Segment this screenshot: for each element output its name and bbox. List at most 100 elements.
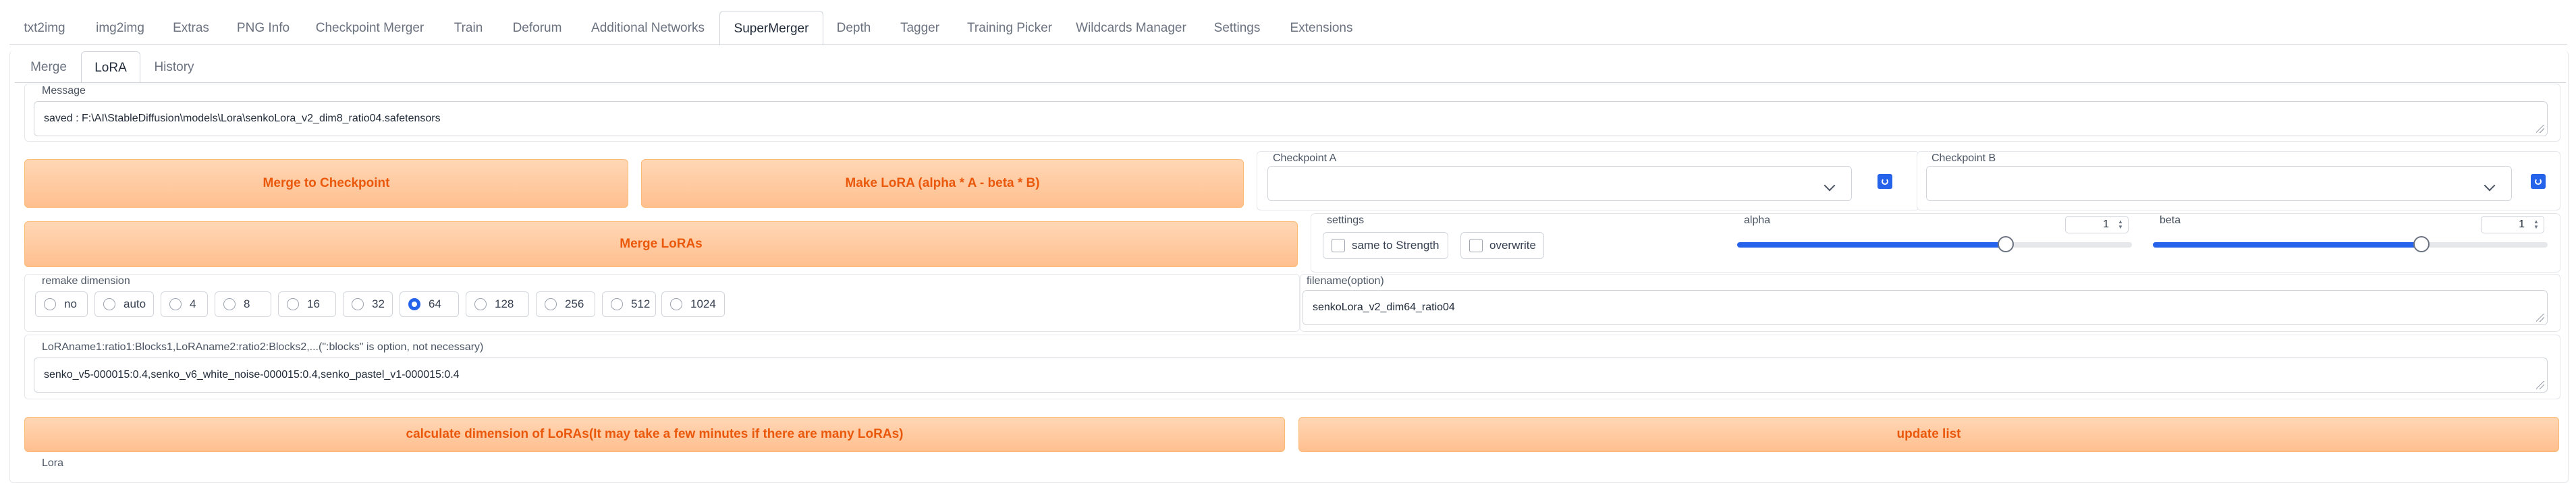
tab-depth[interactable]: Depth: [830, 15, 877, 42]
checkbox-icon: [1332, 239, 1345, 252]
remake-dimension-option[interactable]: 16: [278, 291, 336, 317]
remake-dimension-option[interactable]: 32: [343, 291, 393, 317]
tab-supermerger[interactable]: SuperMerger: [719, 11, 823, 45]
alpha-slider-thumb[interactable]: [1997, 236, 2014, 252]
overwrite-checkbox[interactable]: overwrite: [1460, 232, 1544, 259]
remake-dimension-option-label: 128: [495, 297, 514, 310]
tab-settings[interactable]: Settings: [1205, 15, 1269, 42]
spinner-icon[interactable]: ▲ ▼: [2116, 219, 2125, 230]
tab-wildcards-manager[interactable]: Wildcards Manager: [1069, 15, 1193, 42]
lora-list-label: Lora: [42, 457, 64, 469]
resize-handle-icon[interactable]: [2536, 314, 2544, 322]
lora-ratios-label: LoRAname1:ratio1:Blocks1,LoRAname2:ratio…: [42, 341, 484, 353]
remake-dimension-option[interactable]: auto: [94, 291, 154, 317]
beta-label: beta: [2160, 215, 2181, 226]
radio-icon: [352, 298, 364, 310]
tab-merge[interactable]: Merge: [24, 54, 73, 81]
radio-icon: [223, 298, 236, 310]
chevron-down-icon: [1824, 179, 1836, 192]
radio-icon: [545, 298, 557, 310]
tab-txt2img[interactable]: txt2img: [15, 15, 74, 42]
message-field[interactable]: saved : F:\AI\StableDiffusion\models\Lor…: [34, 101, 2548, 136]
remake-dimension-option[interactable]: 64: [400, 291, 459, 317]
tab-png-info[interactable]: PNG Info: [229, 15, 297, 42]
tab-training-picker[interactable]: Training Picker: [962, 15, 1057, 42]
remake-dimension-option[interactable]: 128: [466, 291, 529, 317]
remake-dimension-option-label: 256: [565, 297, 584, 310]
tab-extensions[interactable]: Extensions: [1281, 15, 1362, 42]
remake-dimension-label: remake dimension: [42, 275, 130, 287]
remake-dimension-option[interactable]: 256: [536, 291, 595, 317]
merge-loras-button[interactable]: Merge LoRAs: [24, 221, 1298, 267]
radio-icon: [670, 298, 682, 310]
radio-icon: [287, 298, 299, 310]
same-to-strength-label: same to Strength: [1352, 239, 1440, 252]
tab-deforum[interactable]: Deforum: [506, 15, 568, 42]
alpha-number-input[interactable]: 1 ▲ ▼: [2065, 216, 2129, 233]
beta-slider-fill: [2153, 242, 2421, 248]
spinner-icon[interactable]: ▲ ▼: [2531, 219, 2541, 230]
refresh-checkpoint-b-button[interactable]: [2531, 174, 2546, 189]
message-value: saved : F:\AI\StableDiffusion\models\Lor…: [44, 113, 441, 124]
radio-icon: [44, 298, 56, 310]
merge-to-checkpoint-button[interactable]: Merge to Checkpoint: [24, 159, 628, 208]
remake-dimension-option[interactable]: 1024: [661, 291, 725, 317]
radio-icon: [474, 298, 487, 310]
remake-dimension-option-label: auto: [124, 297, 146, 310]
remake-dimension-option[interactable]: 8: [215, 291, 271, 317]
beta-value: 1: [2519, 219, 2525, 230]
remake-dimension-option-label: 4: [190, 297, 196, 310]
remake-dimension-option-label: 16: [307, 297, 320, 310]
alpha-slider[interactable]: [1737, 236, 2132, 252]
remake-dimension-option-label: 1024: [690, 297, 716, 310]
checkpoint-a-dropdown[interactable]: [1267, 166, 1852, 201]
filename-field[interactable]: senkoLora_v2_dim64_ratio04: [1303, 290, 2548, 325]
refresh-icon: [1882, 178, 1888, 185]
radio-icon: [408, 298, 420, 310]
tab-additional-networks[interactable]: Additional Networks: [580, 15, 715, 42]
filename-label: filename(option): [1307, 275, 1384, 287]
remake-dimension-option-label: 32: [372, 297, 385, 310]
beta-number-input[interactable]: 1 ▲ ▼: [2481, 216, 2544, 233]
alpha-label: alpha: [1744, 215, 1771, 226]
resize-handle-icon[interactable]: [2536, 381, 2544, 389]
beta-slider[interactable]: [2153, 236, 2548, 252]
update-list-button[interactable]: update list: [1298, 417, 2559, 452]
alpha-value: 1: [2103, 219, 2109, 230]
tab-checkpoint-merger[interactable]: Checkpoint Merger: [309, 15, 431, 42]
lora-ratios-value: senko_v5-000015:0.4,senko_v6_white_noise…: [44, 369, 460, 380]
remake-dimension-option[interactable]: 512: [602, 291, 656, 317]
refresh-icon: [2535, 178, 2542, 185]
checkpoint-b-dropdown[interactable]: [1926, 166, 2512, 201]
radio-icon: [103, 298, 115, 310]
lora-ratios-field[interactable]: senko_v5-000015:0.4,senko_v6_white_noise…: [34, 358, 2548, 393]
beta-slider-thumb[interactable]: [2413, 236, 2430, 252]
alpha-slider-fill: [1737, 242, 2006, 248]
checkbox-icon: [1469, 239, 1483, 252]
resize-handle-icon[interactable]: [2536, 125, 2544, 133]
same-to-strength-checkbox[interactable]: same to Strength: [1323, 232, 1448, 259]
subtab-divider: [15, 82, 2566, 83]
checkpoint-a-label: Checkpoint A: [1273, 152, 1337, 164]
remake-dimension-option[interactable]: 4: [161, 291, 208, 317]
tab-divider: [9, 44, 2567, 45]
remake-dimension-option[interactable]: no: [35, 291, 88, 317]
tab-lora[interactable]: LoRA: [81, 51, 140, 83]
refresh-checkpoint-a-button[interactable]: [1878, 174, 1892, 189]
tab-history[interactable]: History: [146, 54, 202, 81]
remake-dimension-option-label: no: [64, 297, 77, 310]
filename-value: senkoLora_v2_dim64_ratio04: [1313, 302, 1455, 313]
settings-label: settings: [1327, 215, 1365, 226]
tab-extras[interactable]: Extras: [165, 15, 217, 42]
chevron-down-icon: [2484, 179, 2496, 192]
message-label: Message: [42, 85, 86, 96]
tab-train[interactable]: Train: [443, 15, 494, 42]
radio-icon: [611, 298, 623, 310]
calculate-dimension-button[interactable]: calculate dimension of LoRAs(It may take…: [24, 417, 1285, 452]
make-lora-button[interactable]: Make LoRA (alpha * A - beta * B): [641, 159, 1244, 208]
remake-dimension-option-label: 8: [244, 297, 250, 310]
tab-tagger[interactable]: Tagger: [889, 15, 950, 42]
remake-dimension-option-label: 512: [631, 297, 651, 310]
remake-dimension-option-label: 64: [429, 297, 441, 310]
tab-img2img[interactable]: img2img: [88, 15, 153, 42]
